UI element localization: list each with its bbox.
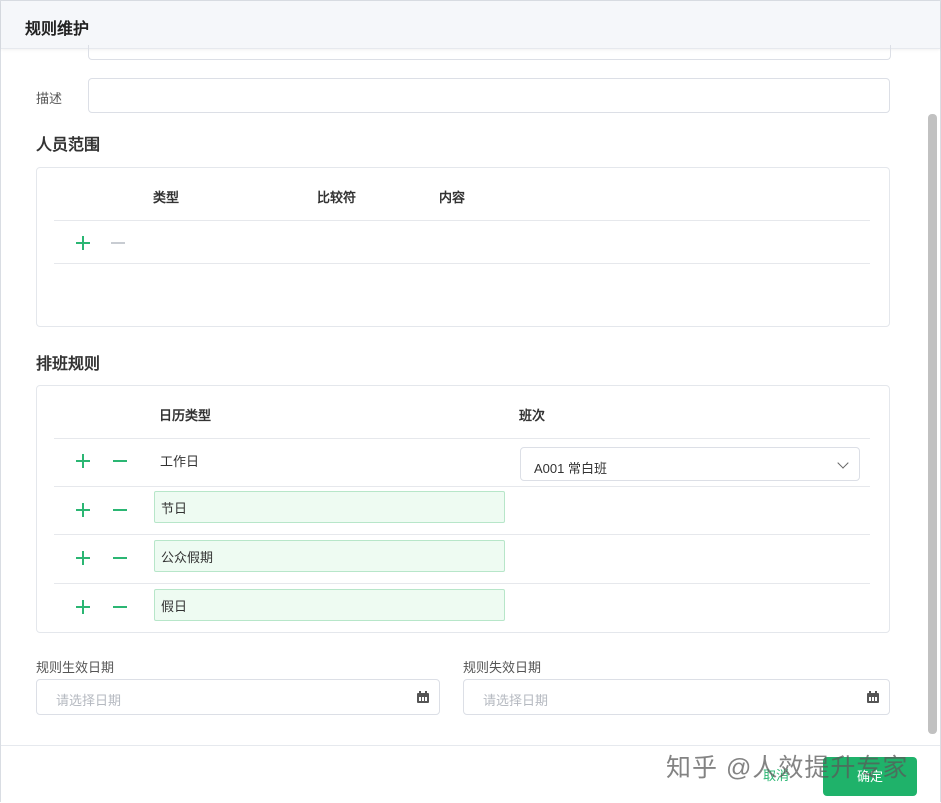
minus-icon	[113, 551, 127, 565]
schedule-rules-title: 排班规则	[36, 356, 101, 373]
chevron-down-icon	[837, 457, 849, 469]
description-input[interactable]	[88, 78, 890, 113]
divider	[54, 263, 870, 264]
scrollbar-thumb[interactable]	[928, 114, 937, 734]
effective-date-picker[interactable]: 请选择日期	[36, 679, 440, 715]
minus-icon	[113, 600, 127, 614]
shift-select[interactable]: A001 常白班	[520, 447, 860, 481]
remove-row-button[interactable]	[110, 597, 130, 617]
calendar-icon	[417, 691, 429, 703]
expiry-date-placeholder: 请选择日期	[483, 693, 549, 708]
dialog-title: 规则维护	[25, 21, 90, 38]
calendar-type-input[interactable]: 假日	[154, 589, 505, 621]
calendar-icon	[867, 691, 879, 703]
column-header-calendar-type: 日历类型	[159, 408, 212, 423]
plus-icon	[76, 600, 90, 614]
divider	[54, 486, 870, 487]
description-label: 描述	[36, 91, 63, 106]
add-row-button[interactable]	[73, 597, 93, 617]
divider	[54, 583, 870, 584]
calendar-type-cell: 工作日	[160, 454, 200, 469]
expiry-date-label: 规则失效日期	[463, 660, 542, 675]
shift-select-value: A001 常白班	[534, 461, 607, 476]
add-row-button[interactable]	[73, 548, 93, 568]
column-header-type: 类型	[153, 190, 180, 205]
rule-name-input[interactable]	[88, 45, 891, 60]
remove-row-button[interactable]	[110, 500, 130, 520]
divider	[54, 438, 870, 439]
plus-icon	[76, 503, 90, 517]
minus-icon	[113, 503, 127, 517]
effective-date-label: 规则生效日期	[36, 660, 115, 675]
plus-icon	[76, 236, 90, 250]
effective-date-placeholder: 请选择日期	[56, 693, 122, 708]
divider	[54, 534, 870, 535]
add-personnel-button[interactable]	[73, 233, 93, 253]
minus-icon	[111, 236, 125, 250]
dialog-header: 规则维护	[1, 1, 940, 49]
personnel-scope-title: 人员范围	[36, 137, 101, 154]
rule-maintenance-dialog: 规则维护 描述 人员范围 类型 比较符 内容 排班规则 日历类型 班次 工作日 …	[0, 0, 941, 803]
add-row-button[interactable]	[73, 500, 93, 520]
plus-icon	[76, 551, 90, 565]
calendar-type-input[interactable]: 公众假期	[154, 540, 505, 572]
column-header-shift: 班次	[519, 408, 546, 423]
expiry-date-picker[interactable]: 请选择日期	[463, 679, 890, 715]
column-header-content: 内容	[439, 190, 466, 205]
minus-icon	[113, 454, 127, 468]
calendar-type-input[interactable]: 节日	[154, 491, 505, 523]
divider	[54, 220, 870, 221]
plus-icon	[76, 454, 90, 468]
remove-row-button[interactable]	[110, 451, 130, 471]
remove-personnel-button[interactable]	[108, 233, 128, 253]
column-header-comparator: 比较符	[317, 190, 357, 205]
add-row-button[interactable]	[73, 451, 93, 471]
remove-row-button[interactable]	[110, 548, 130, 568]
watermark: 知乎 @人效提升专家	[666, 754, 909, 782]
